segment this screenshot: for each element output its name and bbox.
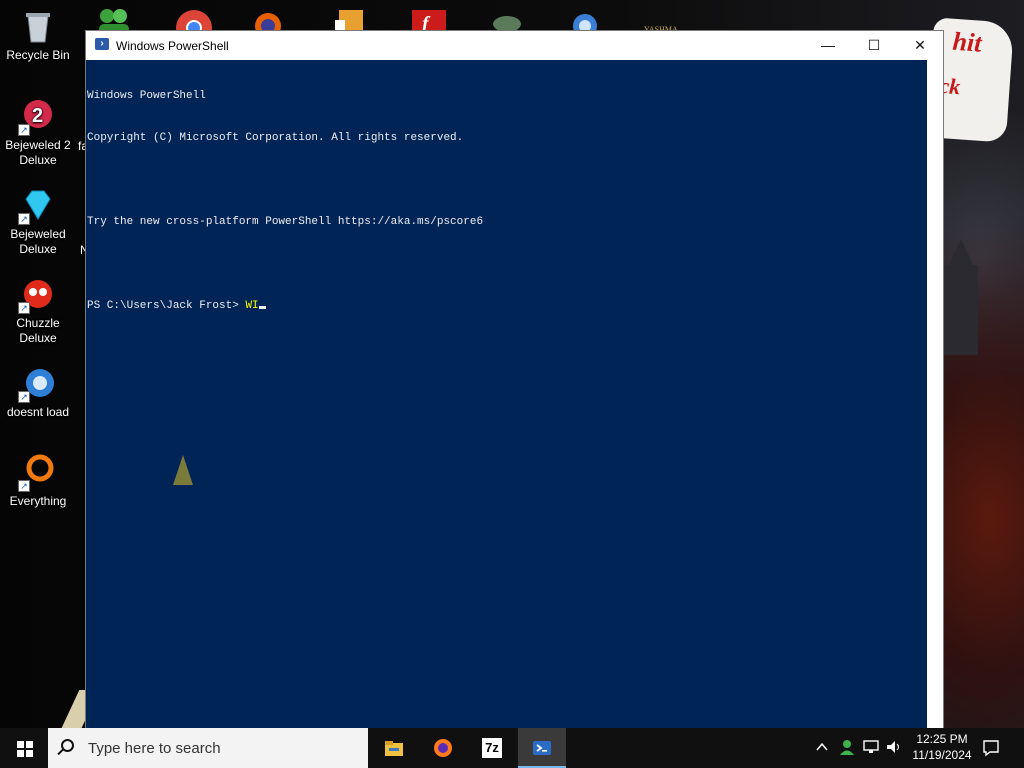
svg-text:2: 2 <box>32 105 43 127</box>
powershell-window[interactable]: › Windows PowerShell — ☐ ✕ Windows Power… <box>85 30 944 728</box>
console-output[interactable]: Windows PowerShell Copyright (C) Microso… <box>86 60 927 728</box>
console-line: Windows PowerShell <box>87 90 206 102</box>
show-hidden-icons-button[interactable] <box>815 740 829 768</box>
thunderbird-icon: ↗ <box>18 365 56 403</box>
7zip-icon: 7z <box>482 738 502 758</box>
search-icon <box>61 739 74 752</box>
volume-icon[interactable] <box>885 739 903 768</box>
prompt: PS C:\Users\Jack Frost> <box>87 300 246 312</box>
chuzzle-icon: ↗ <box>18 276 56 314</box>
desktop-icon-bejeweled-2[interactable]: 2 ↗ Bejeweled 2 Deluxe <box>0 98 76 168</box>
network-icon[interactable] <box>862 739 880 768</box>
file-explorer-icon <box>385 741 403 756</box>
user-status-icon[interactable] <box>838 738 856 768</box>
bejeweled-icon: ↗ <box>18 187 56 225</box>
close-button[interactable]: ✕ <box>897 31 943 60</box>
taskbar-powershell[interactable] <box>518 728 566 768</box>
shortcut-arrow-icon: ↗ <box>18 124 30 136</box>
powershell-icon <box>533 741 551 755</box>
desktop-icon-everything[interactable]: ↗ Everything <box>0 454 76 509</box>
desktop-icon-doesnt-load[interactable]: ↗ doesnt load <box>0 365 76 420</box>
taskbar-7zip[interactable]: 7z <box>468 728 516 768</box>
shortcut-arrow-icon: ↗ <box>18 391 30 403</box>
console-line: Try the new cross-platform PowerShell ht… <box>87 216 484 228</box>
desktop-icon-bejeweled[interactable]: ↗ Bejeweled Deluxe <box>0 187 76 257</box>
window-title: Windows PowerShell <box>116 39 229 53</box>
clock-time: 12:25 PM <box>916 732 968 746</box>
bejeweled2-icon: 2 ↗ <box>18 98 56 136</box>
taskbar-firefox[interactable] <box>419 728 467 768</box>
typed-command: WI <box>245 300 259 312</box>
shortcut-arrow-icon: ↗ <box>18 480 30 492</box>
vertical-scrollbar[interactable] <box>927 60 943 728</box>
recycle-bin-icon <box>20 8 56 44</box>
start-button[interactable] <box>0 728 48 768</box>
title-bar[interactable]: › Windows PowerShell — ☐ ✕ <box>86 31 943 60</box>
clock-date: 11/19/2024 <box>912 748 972 762</box>
windows-logo-icon <box>17 741 33 757</box>
mouse-cursor-icon <box>173 455 193 485</box>
desktop-icon-chuzzle[interactable]: ↗ Chuzzle Deluxe <box>0 276 76 346</box>
minimize-button[interactable]: — <box>805 31 851 60</box>
prompt-line[interactable]: PS C:\Users\Jack Frost> WI <box>87 299 927 313</box>
notification-icon <box>983 740 999 757</box>
maximize-button[interactable]: ☐ <box>851 31 897 60</box>
search-box[interactable]: Type here to search <box>48 728 368 768</box>
firefox-icon <box>434 739 452 757</box>
shortcut-arrow-icon: ↗ <box>18 213 30 225</box>
taskbar-file-explorer[interactable] <box>370 728 418 768</box>
powershell-icon: › <box>95 38 109 50</box>
wallpaper-tower <box>944 239 978 355</box>
text-cursor <box>258 306 266 309</box>
notifications-button[interactable] <box>982 739 1000 768</box>
shortcut-arrow-icon: ↗ <box>18 302 30 314</box>
clock[interactable]: 12:25 PM 11/19/2024 <box>906 731 978 763</box>
desktop-icon-recycle-bin[interactable]: Recycle Bin <box>0 8 76 63</box>
console-line: Copyright (C) Microsoft Corporation. All… <box>87 132 464 144</box>
search-placeholder: Type here to search <box>88 740 221 757</box>
everything-icon: ↗ <box>18 454 56 492</box>
taskbar: Type here to search 7z 12:25 PM 11/19/20… <box>0 728 1024 768</box>
